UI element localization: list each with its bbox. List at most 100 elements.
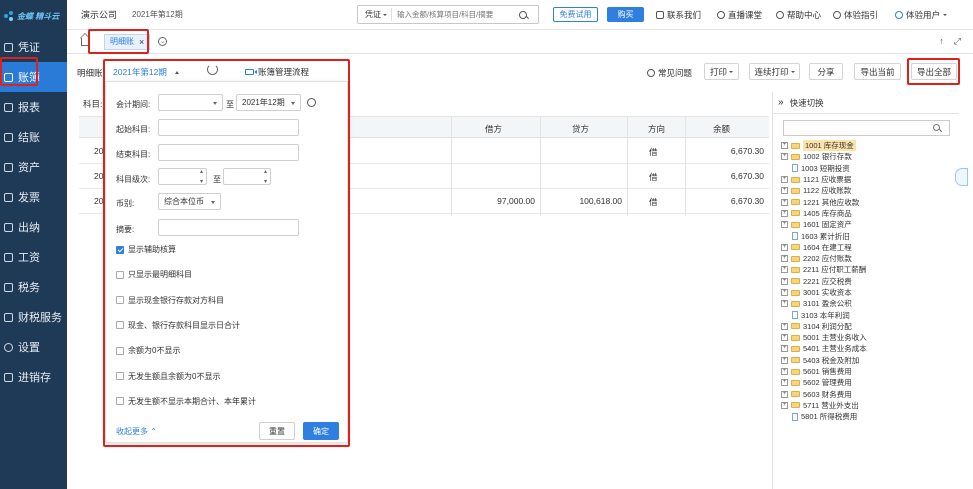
reset-button[interactable]: 重置 [259,422,295,440]
search-type-select[interactable]: 凭证 [358,8,392,21]
checked-icon[interactable] [116,245,124,254]
expand-icon[interactable]: + [781,356,788,364]
search-icon[interactable] [519,10,527,19]
tree-item[interactable]: +1601 固定资产 [773,219,959,230]
expand-icon[interactable]: + [781,176,788,184]
buy-button[interactable]: 购买 [607,7,644,22]
confirm-button[interactable]: 确定 [303,422,339,440]
period-from-select[interactable] [158,94,223,111]
start-subject-input[interactable] [158,119,299,136]
level-from-stepper[interactable] [158,168,207,185]
expand-icon[interactable]: + [781,401,788,409]
user-menu[interactable]: 体验用户 [895,9,948,21]
option-checkbox-5[interactable]: 无发生额且余额为0不显示 [116,371,220,382]
tree-item[interactable]: +1002 银行存款 [773,151,959,162]
sidebar-item-2[interactable]: 报表 [0,92,67,122]
export-all-button[interactable]: 导出全部 [911,63,957,80]
expand-icon[interactable]: + [781,209,788,217]
tree-item[interactable]: +5711 营业外支出 [773,400,959,411]
option-checkbox-2[interactable]: 显示现金银行存款对方科目 [116,295,224,306]
tree-item[interactable]: +3101 盈余公积 [773,298,959,309]
tree-item[interactable]: +1121 应收票据 [773,174,959,185]
option-checkbox-3[interactable]: 现金、银行存款科目显示日合计 [116,320,240,331]
tree-item[interactable]: 1603 累计折旧 [773,230,959,241]
expand-icon[interactable]: + [781,345,788,353]
unchecked-icon[interactable] [116,321,124,330]
tree-item[interactable]: +5602 管理费用 [773,377,959,388]
free-trial-button[interactable]: 免费试用 [553,7,598,22]
export-current-button[interactable]: 导出当前 [854,63,901,80]
contact-us-link[interactable]: 联系我们 [656,9,701,21]
period-to-select[interactable]: 2021年12期 [236,94,301,111]
sidebar-item-1[interactable]: 账簿 [0,62,67,92]
refresh-icon[interactable] [207,64,218,75]
tree-item[interactable]: +5601 销售费用 [773,366,959,377]
arrow-up-icon[interactable]: ↑ [939,36,944,47]
tree-item[interactable]: +5001 主营业务收入 [773,332,959,343]
fullscreen-icon[interactable]: ⤢ [954,36,961,47]
sidebar-item-7[interactable]: 工资 [0,242,67,272]
tree-item[interactable]: +1001 库存现金 [773,140,959,152]
company-name[interactable]: 演示公司 [81,8,117,21]
sidebar-item-11[interactable]: 进销存 [0,362,67,392]
sidebar-item-10[interactable]: 设置 [0,332,67,362]
summary-input[interactable] [158,219,299,236]
home-icon[interactable] [81,37,90,46]
sidebar-item-4[interactable]: 资产 [0,152,67,182]
sidebar-item-6[interactable]: 出纳 [0,212,67,242]
expand-icon[interactable]: + [781,255,788,263]
tree-item[interactable]: +5401 主营业务成本 [773,343,959,354]
faq-link[interactable]: 常见问题 [647,67,692,79]
sidebar-item-5[interactable]: 发票 [0,182,67,212]
brand-logo[interactable]: 金蝶 精斗云 [0,0,67,32]
unchecked-icon[interactable] [116,372,124,380]
ledger-flow-link[interactable]: 账簿管理流程 [245,66,309,78]
sidebar-item-0[interactable]: 凭证 [0,32,67,62]
help-center-link[interactable]: 帮助中心 [776,9,821,21]
tree-item[interactable]: +1405 库存商品 [773,208,959,219]
unchecked-icon[interactable] [116,270,124,279]
expand-icon[interactable]: + [781,379,788,387]
clock-icon[interactable] [307,98,316,107]
expand-icon[interactable]: + [781,300,788,308]
option-checkbox-4[interactable]: 余额为0不显示 [116,345,180,356]
expand-icon[interactable]: + [781,142,788,150]
expand-icon[interactable]: + [781,187,788,195]
search-icon[interactable] [933,124,940,131]
tree-item[interactable]: +1122 应收账款 [773,185,959,196]
expand-icon[interactable]: + [781,266,788,274]
expand-icon[interactable]: + [781,198,788,206]
expand-icon[interactable]: + [781,368,788,376]
tab-detail-ledger[interactable]: 明细账 × [104,33,151,50]
more-tabs-icon[interactable]: ⌄ [158,37,168,46]
tree-item[interactable]: +3001 实收资本 [773,287,959,298]
share-button[interactable]: 分享 [809,63,843,80]
expand-icon[interactable]: + [781,243,788,251]
tree-item[interactable]: +2211 应付职工薪酬 [773,264,959,275]
guide-link[interactable]: 体验指引 [833,9,878,21]
tree-item[interactable]: 1003 短期投资 [773,163,959,174]
option-checkbox-1[interactable]: 只显示最明细科目 [116,269,192,280]
tree-item[interactable]: +2202 应付账款 [773,253,959,264]
live-class-link[interactable]: 直播课堂 [717,9,762,21]
expand-icon[interactable]: + [781,153,788,161]
tree-item[interactable]: +5603 财务费用 [773,389,959,400]
unchecked-icon[interactable] [116,346,124,355]
close-icon[interactable]: × [139,37,144,47]
collapse-panel-icon[interactable]: » [778,97,784,108]
expand-icon[interactable]: + [781,390,788,398]
expand-icon[interactable]: + [781,334,788,342]
level-to-stepper[interactable] [223,168,271,185]
sidebar-item-9[interactable]: 财税服务 [0,302,67,332]
sidebar-item-8[interactable]: 税务 [0,272,67,302]
unchecked-icon[interactable] [116,397,124,406]
collapse-more-link[interactable]: 收起更多 ⌃ [116,426,157,437]
unchecked-icon[interactable] [116,296,124,305]
tree-item[interactable]: +3104 利润分配 [773,321,959,332]
tree-item[interactable]: 5801 所得税费用 [773,411,959,422]
tree-item[interactable]: +5403 税金及附加 [773,355,959,366]
chat-icon[interactable] [955,168,968,186]
tree-item[interactable]: 3103 本年利润 [773,309,959,320]
continuous-print-button[interactable]: 连续打印 [749,63,800,80]
tree-item[interactable]: +1604 在建工程 [773,242,959,253]
